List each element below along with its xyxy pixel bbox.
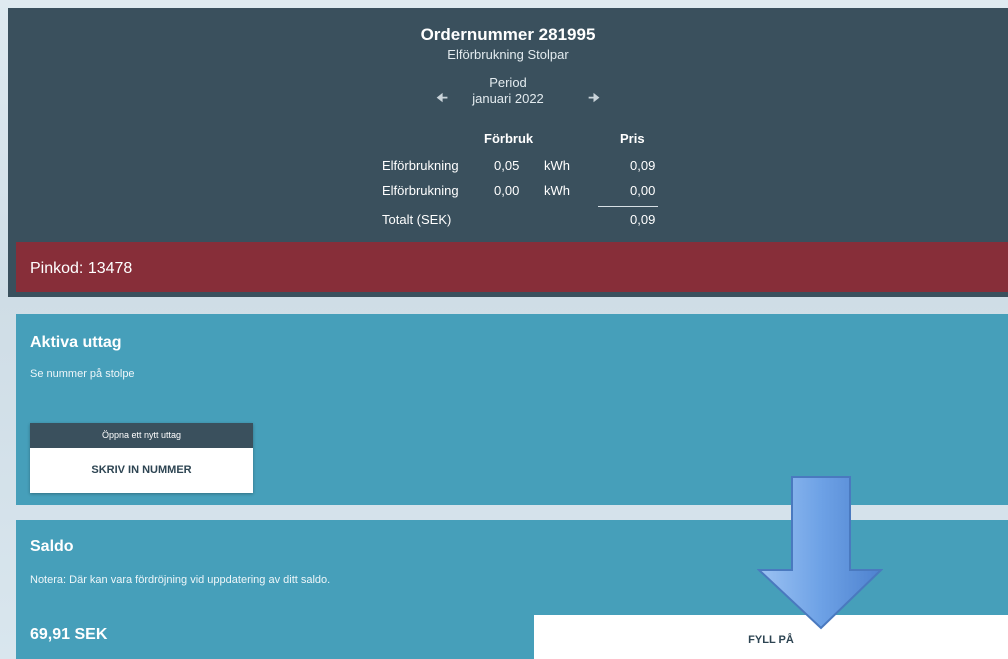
row-1-label: Elförbrukning xyxy=(382,158,459,173)
arrow-down-icon xyxy=(757,476,883,630)
active-outlets-description: Se nummer på stolpe xyxy=(30,368,135,380)
row-1-unit: kWh xyxy=(544,158,570,173)
pin-code-bar: Pinkod: 13478 xyxy=(16,242,1008,292)
period-value: januari 2022 xyxy=(472,91,544,106)
period-label: Period xyxy=(489,75,527,90)
price-header: Pris xyxy=(620,131,645,146)
usage-header: Förbruk xyxy=(484,131,534,146)
total-label: Totalt (SEK) xyxy=(382,212,452,227)
order-title: Ordernummer 281995 xyxy=(420,25,596,44)
order-subtitle: Elförbrukning Stolpar xyxy=(447,47,569,62)
active-outlets-title: Aktiva uttag xyxy=(30,334,122,351)
open-outlet-header: Öppna ett nytt uttag xyxy=(30,423,253,448)
row-1-price: 0,09 xyxy=(630,158,656,173)
open-outlet-card: Öppna ett nytt uttag SKRIV IN NUMMER xyxy=(30,423,253,493)
arrow-right-icon[interactable]: 🠊 xyxy=(586,90,602,106)
enter-number-button[interactable]: SKRIV IN NUMMER xyxy=(30,448,253,493)
row-1-value: 0,05 xyxy=(494,158,520,173)
row-2-price: 0,00 xyxy=(630,183,656,198)
total-divider xyxy=(598,206,658,207)
total-price: 0,09 xyxy=(630,212,656,227)
balance-amount: 69,91 SEK xyxy=(30,626,108,643)
balance-note: Notera: Där kan vara fördröjning vid upp… xyxy=(30,574,331,586)
balance-title: Saldo xyxy=(30,538,74,555)
row-2-value: 0,00 xyxy=(494,183,520,198)
row-2-unit: kWh xyxy=(544,183,570,198)
row-2-label: Elförbrukning xyxy=(382,183,459,198)
